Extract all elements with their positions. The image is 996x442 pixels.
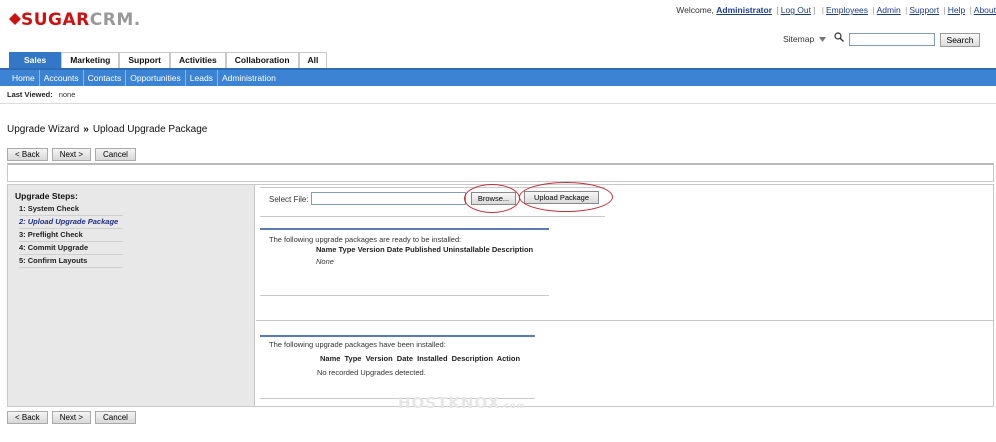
watermark: HOSTKNOX.com xyxy=(398,394,526,412)
about-link[interactable]: About xyxy=(974,5,996,15)
search-icon xyxy=(834,32,844,42)
ready-col-version: Version xyxy=(357,245,385,254)
search-button[interactable]: Search xyxy=(940,33,980,47)
installed-col-action: Action xyxy=(496,354,521,363)
subnav-leads[interactable]: Leads xyxy=(186,70,218,86)
breadcrumb-upgrade-wizard: Upgrade Wizard xyxy=(7,124,80,135)
installed-table-header: Name Type Version Date Installed Descrip… xyxy=(320,354,520,363)
ready-col-description: Description xyxy=(491,245,534,254)
last-viewed-value: none xyxy=(58,90,76,99)
installed-col-date: Date Installed xyxy=(396,354,448,363)
installed-col-description: Description xyxy=(451,354,493,363)
installed-col-version: Version xyxy=(365,354,393,363)
logout-link[interactable]: Log Out xyxy=(781,5,811,15)
last-viewed-label: Last Viewed: xyxy=(7,90,53,99)
user-link[interactable]: Administrator xyxy=(716,5,772,15)
step-system-check: 1: System Check xyxy=(19,203,123,216)
welcome-text: Welcome, xyxy=(676,5,717,15)
tab-support[interactable]: Support xyxy=(119,52,170,68)
section-divider xyxy=(256,320,993,321)
back-button-bottom[interactable]: < Back xyxy=(7,411,48,424)
support-link[interactable]: Support xyxy=(909,5,939,15)
tab-marketing[interactable]: Marketing xyxy=(61,52,120,68)
help-link[interactable]: Help xyxy=(948,5,965,15)
chevron-down-icon xyxy=(818,37,826,42)
next-button-bottom[interactable]: Next > xyxy=(51,411,92,424)
back-button[interactable]: < Back xyxy=(7,148,48,161)
step-preflight-check: 3: Preflight Check xyxy=(19,229,123,242)
logo-cube-icon xyxy=(8,12,22,26)
employees-link[interactable]: Employees xyxy=(826,5,868,15)
select-file-label: Select File: xyxy=(269,195,309,204)
last-viewed-bar: Last Viewed: none xyxy=(0,86,996,104)
sitemap-dropdown[interactable]: Sitemap xyxy=(783,34,826,44)
tab-sales[interactable]: Sales xyxy=(9,52,62,68)
ready-table-header: Name Type Version Date Published Uninsta… xyxy=(316,245,533,254)
tab-collaboration[interactable]: Collaboration xyxy=(225,52,299,68)
step-commit-upgrade: 4: Commit Upgrade xyxy=(19,242,123,255)
installed-col-type: Type xyxy=(344,354,362,363)
subnav-accounts[interactable]: Accounts xyxy=(40,70,84,86)
tab-activities[interactable]: Activities xyxy=(169,52,226,68)
upload-highlight-ring xyxy=(519,182,613,212)
browse-highlight-ring xyxy=(464,184,520,213)
search-input[interactable] xyxy=(849,33,935,46)
top-button-row: < Back Next > Cancel xyxy=(7,148,136,161)
top-links: Welcome, Administrator [Log Out] | Employ… xyxy=(676,5,996,15)
sub-navigation: Home Accounts Contacts Opportunities Lea… xyxy=(0,68,996,86)
breadcrumb-current: Upload Upgrade Package xyxy=(92,124,208,135)
ready-col-name: Name xyxy=(316,245,337,254)
ready-col-uninstallable: Uninstallable xyxy=(443,245,490,254)
subnav-home[interactable]: Home xyxy=(8,70,40,86)
step-confirm-layouts: 5: Confirm Layouts xyxy=(19,255,123,268)
next-button[interactable]: Next > xyxy=(51,148,92,161)
header-divider-box xyxy=(7,163,994,182)
steps-title: Upgrade Steps: xyxy=(15,191,78,201)
tab-all[interactable]: All xyxy=(298,52,328,68)
installed-col-name: Name xyxy=(320,354,341,363)
subnav-administration[interactable]: Administration xyxy=(218,70,280,86)
installed-packages-text: The following upgrade packages have been… xyxy=(269,340,446,349)
ready-col-type: Type xyxy=(338,245,356,254)
bottom-button-row: < Back Next > Cancel xyxy=(7,411,136,424)
installed-empty-text: No recorded Upgrades detected. xyxy=(317,368,426,377)
cancel-button[interactable]: Cancel xyxy=(95,148,136,161)
ready-empty-text: None xyxy=(316,257,334,266)
module-tabs: Sales Marketing Support Activities Colla… xyxy=(9,52,328,68)
sugarcrm-logo[interactable]: SUGARCRM. xyxy=(8,10,141,30)
breadcrumb-arrow: » xyxy=(83,124,89,135)
admin-link[interactable]: Admin xyxy=(877,5,901,15)
file-input[interactable] xyxy=(311,192,466,205)
subnav-opportunities[interactable]: Opportunities xyxy=(126,70,186,86)
page-title: Upgrade Wizard» Upload Upgrade Package xyxy=(7,124,207,135)
ready-packages-text: The following upgrade packages are ready… xyxy=(269,235,462,244)
step-upload-package: 2: Upload Upgrade Package xyxy=(19,216,123,229)
ready-col-date: Date Published xyxy=(386,245,441,254)
subnav-contacts[interactable]: Contacts xyxy=(84,70,127,86)
cancel-button-bottom[interactable]: Cancel xyxy=(95,411,136,424)
